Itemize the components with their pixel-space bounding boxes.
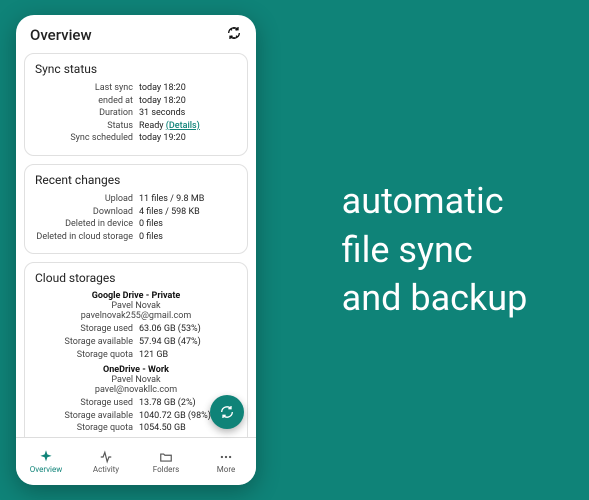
row-sync-scheduled: Sync scheduledtoday 19:20 bbox=[35, 132, 237, 145]
nav-label: More bbox=[217, 465, 235, 474]
activity-icon bbox=[99, 450, 113, 464]
row-deleted-cloud: Deleted in cloud storage0 files bbox=[35, 231, 237, 244]
details-link[interactable]: (Details) bbox=[166, 121, 200, 131]
storage-onedrive[interactable]: OneDrive - Work Pavel Novak pavel@novakl… bbox=[35, 365, 237, 435]
kv-value: 57.94 GB (47%) bbox=[137, 336, 237, 349]
row-ended-at: ended attoday 18:20 bbox=[35, 95, 237, 108]
nav-label: Activity bbox=[93, 465, 119, 474]
storage-name: OneDrive - Work bbox=[35, 365, 237, 375]
sparkle-icon bbox=[39, 450, 53, 464]
kv-label: Last sync bbox=[35, 82, 137, 95]
storage-gdrive[interactable]: Google Drive - Private Pavel Novak pavel… bbox=[35, 291, 237, 361]
kv-label: Deleted in cloud storage bbox=[35, 231, 137, 244]
sync-status-card: Sync status Last synctoday 18:20 ended a… bbox=[24, 53, 248, 156]
kv-label: Duration bbox=[35, 107, 137, 120]
row-used: Storage used63.06 GB (53%) bbox=[35, 323, 237, 336]
phone-frame: Overview Sync status Last synctoday 18:2… bbox=[16, 15, 256, 485]
kv-value: 0 files bbox=[137, 218, 237, 231]
storage-name: Google Drive - Private bbox=[35, 291, 237, 301]
nav-label: Overview bbox=[30, 465, 62, 474]
kv-label: Storage available bbox=[35, 410, 137, 423]
kv-value: 31 seconds bbox=[137, 107, 237, 120]
folders-icon bbox=[159, 450, 173, 464]
more-icon bbox=[219, 450, 233, 464]
status-value: Ready bbox=[139, 121, 164, 131]
kv-label: Storage used bbox=[35, 397, 137, 410]
promo-line-1: automatic bbox=[342, 177, 528, 226]
kv-label: Status bbox=[35, 120, 137, 133]
kv-label: Sync scheduled bbox=[35, 132, 137, 145]
storage-user: Pavel Novak bbox=[35, 301, 237, 311]
row-used: Storage used13.78 GB (2%) bbox=[35, 397, 237, 410]
kv-value: 0 files bbox=[137, 231, 237, 244]
nav-activity[interactable]: Activity bbox=[76, 438, 136, 485]
kv-value: 121 GB bbox=[137, 349, 237, 362]
storage-email: pavel@novakllc.com bbox=[35, 385, 237, 395]
nav-more[interactable]: More bbox=[196, 438, 256, 485]
row-available: Storage available57.94 GB (47%) bbox=[35, 336, 237, 349]
promo-line-2: file sync bbox=[342, 226, 528, 275]
row-duration: Duration31 seconds bbox=[35, 107, 237, 120]
row-quota: Storage quota1054.50 GB bbox=[35, 422, 237, 435]
app-header: Overview bbox=[16, 15, 256, 53]
card-title: Sync status bbox=[35, 62, 237, 76]
row-status: StatusReady (Details) bbox=[35, 120, 237, 133]
kv-label: Storage quota bbox=[35, 422, 137, 435]
kv-value: 63.06 GB (53%) bbox=[137, 323, 237, 336]
promo-text: automatic file sync and backup bbox=[256, 177, 589, 323]
row-last-sync: Last synctoday 18:20 bbox=[35, 82, 237, 95]
kv-value: today 18:20 bbox=[137, 82, 237, 95]
kv-value: today 18:20 bbox=[137, 95, 237, 108]
kv-value: today 19:20 bbox=[137, 132, 237, 145]
row-deleted-device: Deleted in device0 files bbox=[35, 218, 237, 231]
page-title: Overview bbox=[30, 26, 92, 44]
kv-label: Storage available bbox=[35, 336, 137, 349]
row-upload: Upload11 files / 9.8 MB bbox=[35, 193, 237, 206]
sync-fab[interactable] bbox=[210, 395, 244, 429]
kv-label: Deleted in device bbox=[35, 218, 137, 231]
kv-label: ended at bbox=[35, 95, 137, 108]
kv-value: 11 files / 9.8 MB bbox=[137, 193, 237, 206]
row-available: Storage available1040.72 GB (98%) bbox=[35, 410, 237, 423]
nav-label: Folders bbox=[153, 465, 179, 474]
card-title: Recent changes bbox=[35, 173, 237, 187]
promo-line-3: and backup bbox=[342, 274, 528, 323]
overview-scroll[interactable]: Sync status Last synctoday 18:20 ended a… bbox=[16, 53, 256, 437]
row-quota: Storage quota121 GB bbox=[35, 349, 237, 362]
card-title: Cloud storages bbox=[35, 271, 237, 285]
kv-value: Ready (Details) bbox=[137, 120, 237, 133]
sync-icon[interactable] bbox=[226, 25, 242, 45]
recent-changes-card: Recent changes Upload11 files / 9.8 MB D… bbox=[24, 164, 248, 254]
kv-value: 4 files / 598 KB bbox=[137, 206, 237, 219]
row-download: Download4 files / 598 KB bbox=[35, 206, 237, 219]
storage-user: Pavel Novak bbox=[35, 375, 237, 385]
storage-email: pavelnovak255@gmail.com bbox=[35, 311, 237, 321]
bottom-nav: Overview Activity Folders More bbox=[16, 437, 256, 485]
kv-label: Storage quota bbox=[35, 349, 137, 362]
nav-folders[interactable]: Folders bbox=[136, 438, 196, 485]
kv-label: Upload bbox=[35, 193, 137, 206]
kv-label: Download bbox=[35, 206, 137, 219]
kv-label: Storage used bbox=[35, 323, 137, 336]
nav-overview[interactable]: Overview bbox=[16, 438, 76, 485]
